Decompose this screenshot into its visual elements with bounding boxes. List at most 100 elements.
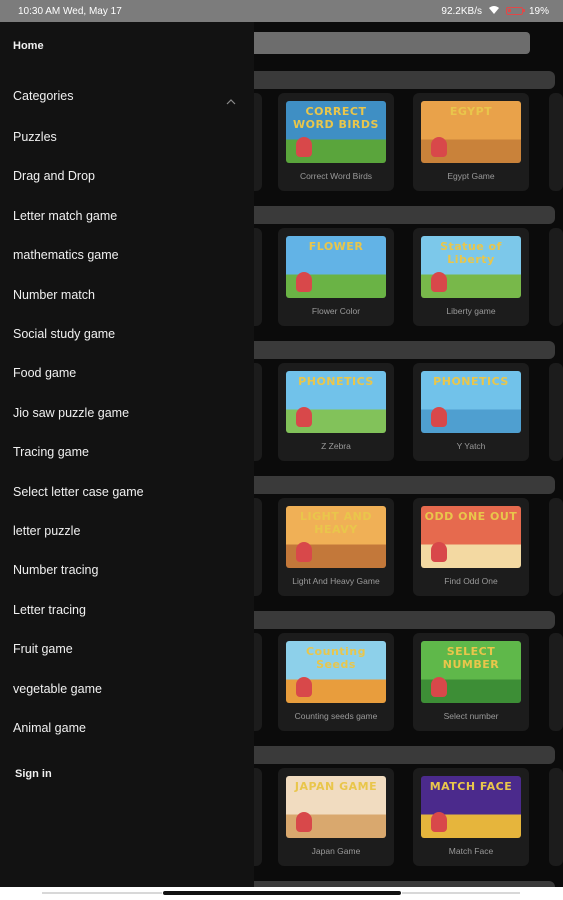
game-card-partial[interactable] [549, 93, 563, 191]
drawer-category-item[interactable]: mathematics game [13, 248, 119, 262]
drawer-category-item[interactable]: Letter tracing [13, 603, 86, 617]
game-card-partial[interactable] [549, 633, 563, 731]
game-card[interactable]: PHONETICS Z Zebra [278, 363, 394, 461]
drawer-sign-in[interactable]: Sign in [15, 768, 52, 780]
game-card[interactable]: SELECT NUMBER Select number [413, 633, 529, 731]
thumbnail-title: PHONETICS [298, 375, 374, 388]
game-thumbnail: LIGHT AND HEAVY [286, 506, 386, 568]
game-name: Japan Game [311, 846, 361, 856]
game-thumbnail: Statue of Liberty [421, 236, 521, 298]
drawer-category-item[interactable]: Select letter case game [13, 485, 144, 499]
nav-divider-right [402, 892, 520, 894]
game-thumbnail: FLOWER [286, 236, 386, 298]
mascot-icon [431, 137, 447, 157]
game-thumbnail: PHONETICS [286, 371, 386, 433]
game-thumbnail: Counting Seeds [286, 641, 386, 703]
section-header [248, 746, 555, 764]
game-thumbnail: PHONETICS [421, 371, 521, 433]
game-name: Flower Color [311, 306, 361, 316]
game-card-partial[interactable] [549, 768, 563, 866]
game-name: Select number [443, 711, 499, 721]
drawer-category-item[interactable]: Puzzles [13, 130, 57, 144]
section-header [248, 476, 555, 494]
section-header [248, 341, 555, 359]
game-card-partial[interactable] [549, 228, 563, 326]
mascot-icon [296, 407, 312, 427]
drawer-category-item[interactable]: Tracing game [13, 445, 89, 459]
drawer-category-item[interactable]: letter puzzle [13, 524, 80, 538]
drawer-category-item[interactable]: Food game [13, 366, 76, 380]
network-speed: 92.2KB/s [441, 5, 482, 17]
thumbnail-title: FLOWER [308, 240, 364, 253]
thumbnail-title: Counting Seeds [305, 645, 367, 671]
thumbnail-title: ODD ONE OUT [424, 510, 518, 523]
mascot-icon [296, 812, 312, 832]
drawer-category-item[interactable]: vegetable game [13, 682, 102, 696]
game-card[interactable]: EGYPT Egypt Game [413, 93, 529, 191]
section-header [248, 206, 555, 224]
thumbnail-title: JAPAN GAME [294, 780, 378, 793]
mascot-icon [296, 677, 312, 697]
drawer-category-item[interactable]: Number tracing [13, 563, 98, 577]
section-header [248, 71, 555, 89]
game-name: Y Yatch [456, 441, 486, 451]
game-card-partial[interactable] [549, 363, 563, 461]
game-name: Liberty game [446, 306, 496, 316]
section-header [248, 611, 555, 629]
game-thumbnail: JAPAN GAME [286, 776, 386, 838]
game-card[interactable]: MATCH FACE Match Face [413, 768, 529, 866]
drawer-category-item[interactable]: Social study game [13, 327, 115, 341]
game-name: Match Face [448, 846, 494, 856]
drawer-category-item[interactable]: Drag and Drop [13, 169, 95, 183]
thumbnail-title: SELECT NUMBER [442, 645, 500, 671]
drawer-categories[interactable]: Categories [13, 89, 73, 103]
home-gesture-bar[interactable] [163, 891, 401, 895]
status-time: 10:30 AM Wed, May 17 [18, 5, 122, 17]
game-name: Light And Heavy Game [292, 576, 380, 586]
game-name: Counting seeds game [294, 711, 378, 721]
thumbnail-title: Statue of Liberty [440, 240, 502, 266]
game-card[interactable]: ODD ONE OUT Find Odd One [413, 498, 529, 596]
mascot-icon [431, 272, 447, 292]
game-card[interactable]: Statue of Liberty Liberty game [413, 228, 529, 326]
thumbnail-title: MATCH FACE [429, 780, 513, 793]
game-card[interactable]: JAPAN GAME Japan Game [278, 768, 394, 866]
game-name: Egypt Game [447, 171, 495, 181]
drawer-home[interactable]: Home [13, 40, 44, 52]
thumbnail-title: PHONETICS [433, 375, 509, 388]
mascot-icon [431, 812, 447, 832]
battery-icon [505, 7, 525, 15]
game-thumbnail: MATCH FACE [421, 776, 521, 838]
game-card[interactable]: Counting Seeds Counting seeds game [278, 633, 394, 731]
wifi-icon [488, 5, 500, 18]
game-thumbnail: ODD ONE OUT [421, 506, 521, 568]
game-thumbnail: CORRECT WORD BIRDS [286, 101, 386, 163]
game-name: Find Odd One [444, 576, 498, 586]
thumbnail-title: CORRECT WORD BIRDS [293, 105, 379, 131]
mascot-icon [296, 137, 312, 157]
game-name: Correct Word Birds [299, 171, 373, 181]
mascot-icon [296, 542, 312, 562]
drawer-category-item[interactable]: Fruit game [13, 642, 73, 656]
drawer-category-item[interactable]: Number match [13, 288, 95, 302]
game-card-partial[interactable] [549, 498, 563, 596]
nav-divider-left [42, 892, 162, 894]
thumbnail-title: LIGHT AND HEAVY [299, 510, 373, 536]
mascot-icon [296, 272, 312, 292]
game-thumbnail: SELECT NUMBER [421, 641, 521, 703]
drawer-category-item[interactable]: Letter match game [13, 209, 117, 223]
search-bar[interactable] [248, 32, 530, 54]
game-card[interactable]: CORRECT WORD BIRDS Correct Word Birds [278, 93, 394, 191]
battery-level: 19% [528, 5, 549, 17]
drawer-category-item[interactable]: Animal game [13, 721, 86, 735]
game-name: Z Zebra [321, 441, 351, 451]
game-card[interactable]: LIGHT AND HEAVY Light And Heavy Game [278, 498, 394, 596]
mascot-icon [431, 677, 447, 697]
mascot-icon [431, 542, 447, 562]
game-card[interactable]: PHONETICS Y Yatch [413, 363, 529, 461]
mascot-icon [431, 407, 447, 427]
chevron-up-icon[interactable] [226, 94, 236, 105]
game-card[interactable]: FLOWER Flower Color [278, 228, 394, 326]
status-indicators: 92.2KB/s 19% [441, 5, 549, 18]
drawer-category-item[interactable]: Jio saw puzzle game [13, 406, 129, 420]
